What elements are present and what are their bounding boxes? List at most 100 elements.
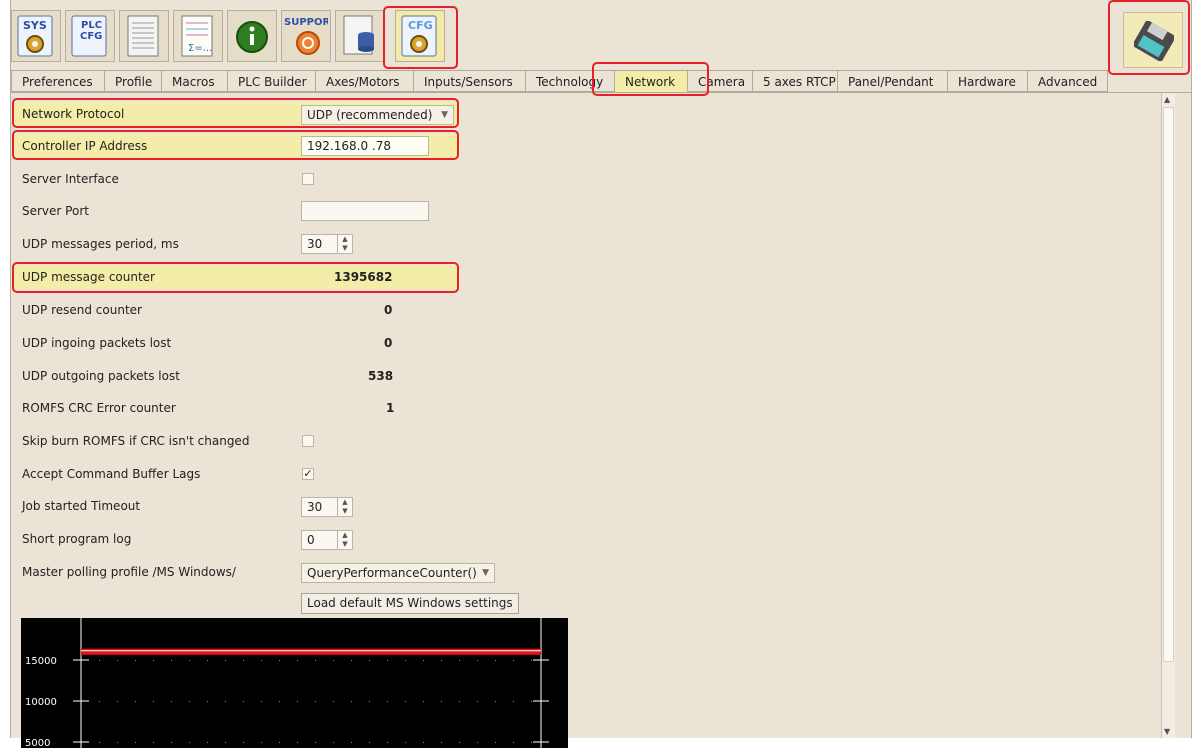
vertical-scrollbar[interactable]: ▲ ▼ xyxy=(1161,93,1175,738)
chart-grid-dot xyxy=(99,660,100,661)
tab-camera[interactable]: Camera xyxy=(688,70,753,92)
chevron-down-icon: ▼ xyxy=(441,110,448,120)
chart-grid-dot xyxy=(297,660,298,661)
chart-grid-dot xyxy=(423,701,424,702)
chart-grid-dot xyxy=(531,660,532,661)
document-button[interactable] xyxy=(119,10,169,62)
network-protocol-label: Network Protocol xyxy=(22,107,125,121)
chart-grid-dot xyxy=(153,660,154,661)
load-defaults-button[interactable]: Load default MS Windows settings xyxy=(301,593,519,614)
accept-lags-checkbox[interactable]: ✓ xyxy=(302,468,314,480)
svg-text:CFG: CFG xyxy=(408,19,433,32)
tab-inputs-sensors[interactable]: Inputs/Sensors xyxy=(414,70,526,92)
chart-grid-dot xyxy=(369,660,370,661)
save-button[interactable] xyxy=(1123,12,1183,68)
chart-grid-dot xyxy=(513,742,514,743)
spin-arrows-icon[interactable]: ▲ ▼ xyxy=(337,235,352,253)
row-server-interface: Server Interface xyxy=(14,167,460,191)
row-udp-resend: UDP resend counter xyxy=(14,298,460,322)
server-interface-checkbox[interactable] xyxy=(302,173,314,185)
chart-grid-dot xyxy=(495,742,496,743)
short-log-value: 0 xyxy=(307,533,315,547)
skip-burn-checkbox[interactable] xyxy=(302,435,314,447)
chart-grid-dot xyxy=(459,660,460,661)
chart-grid-dot xyxy=(351,742,352,743)
chart-grid-dot xyxy=(117,742,118,743)
sys-button[interactable]: SYS xyxy=(11,10,61,62)
tab-network[interactable]: Network xyxy=(615,70,688,92)
sys-gear-icon: SYS xyxy=(17,15,53,57)
chart-grid-dot xyxy=(387,742,388,743)
tab-advanced[interactable]: Advanced xyxy=(1028,70,1108,92)
tab-panel-pendant[interactable]: Panel/Pendant xyxy=(838,70,948,92)
tab-macros[interactable]: Macros xyxy=(162,70,228,92)
formula-button[interactable]: Σ=... xyxy=(173,10,223,62)
controller-ip-input[interactable]: 192.168.0 .78 xyxy=(301,136,429,156)
chart-grid-dot xyxy=(171,660,172,661)
chart-grid-dot xyxy=(99,742,100,743)
chart-grid-dot xyxy=(135,701,136,702)
udp-period-value: 30 xyxy=(307,237,323,251)
chart-grid-dot xyxy=(171,742,172,743)
chart-grid-dot xyxy=(135,742,136,743)
row-accept-lags: Accept Command Buffer Lags xyxy=(14,462,460,486)
job-timeout-spinbox[interactable]: 30 ▲ ▼ xyxy=(301,497,353,517)
chevron-down-icon[interactable]: ▼ xyxy=(482,564,489,582)
chart-grid-dot xyxy=(225,660,226,661)
chart-grid-dot xyxy=(351,660,352,661)
plc-cfg-button[interactable]: PLC CFG xyxy=(65,10,115,62)
scroll-up-icon[interactable]: ▲ xyxy=(1164,95,1170,104)
chart-series-line xyxy=(81,648,541,655)
chart-grid-dot xyxy=(333,660,334,661)
tab-technology[interactable]: Technology xyxy=(526,70,615,92)
chart-grid-dot xyxy=(261,660,262,661)
spin-arrows-icon[interactable]: ▲ ▼ xyxy=(337,498,352,516)
chart-grid-dot xyxy=(405,742,406,743)
chart-grid-dot xyxy=(333,701,334,702)
database-button[interactable] xyxy=(335,10,385,62)
tab-profile[interactable]: Profile xyxy=(105,70,162,92)
chart-grid-dot xyxy=(99,701,100,702)
scroll-down-icon[interactable]: ▼ xyxy=(1164,727,1170,736)
row-udp-period: UDP messages period, ms xyxy=(14,232,460,256)
romfs-crc-value: 1 xyxy=(386,401,395,415)
controller-ip-label: Controller IP Address xyxy=(22,139,148,153)
tab-axes-motors[interactable]: Axes/Motors xyxy=(316,70,414,92)
chart-grid-dot xyxy=(405,660,406,661)
udp-resend-value: 0 xyxy=(384,303,393,317)
chart-grid-dot xyxy=(477,742,478,743)
chart-grid-dot xyxy=(513,701,514,702)
row-udp-counter: UDP message counter xyxy=(14,265,460,289)
chart-grid-dot xyxy=(261,742,262,743)
chart-tick-label: 10000 xyxy=(25,697,57,708)
tab-preferences[interactable]: Preferences xyxy=(11,70,105,92)
chart-grid-dot xyxy=(189,660,190,661)
udp-period-spinbox[interactable]: 30 ▲ ▼ xyxy=(301,234,353,254)
tab-5-axes-rtcp[interactable]: 5 axes RTCP xyxy=(753,70,838,92)
tab-plc-builder[interactable]: PLC Builder xyxy=(228,70,316,92)
short-log-spinbox[interactable]: 0 ▲ ▼ xyxy=(301,530,353,550)
chart-grid-dot xyxy=(531,701,532,702)
chart-grid-dot xyxy=(243,742,244,743)
job-timeout-value: 30 xyxy=(307,500,323,514)
udp-period-label: UDP messages period, ms xyxy=(22,237,179,251)
tab-hardware[interactable]: Hardware xyxy=(948,70,1028,92)
cfg-button[interactable]: CFG xyxy=(395,10,445,62)
chart-grid-dot xyxy=(477,701,478,702)
network-protocol-select[interactable]: UDP (recommended) ▼ xyxy=(301,105,454,125)
spin-arrows-icon[interactable]: ▲ ▼ xyxy=(337,531,352,549)
support-button[interactable]: SUPPORT xyxy=(281,10,331,62)
job-timeout-label: Job started Timeout xyxy=(22,499,141,513)
chart-grid-dot xyxy=(279,742,280,743)
network-settings-panel: Network Protocol UDP (recommended) ▼ Con… xyxy=(11,93,1161,748)
chart-grid-dot xyxy=(351,701,352,702)
scrollbar-thumb[interactable] xyxy=(1163,107,1174,662)
info-button[interactable] xyxy=(227,10,277,62)
master-polling-select[interactable]: QueryPerformanceCounter() ▼ xyxy=(301,563,495,583)
chart-grid-dot xyxy=(441,701,442,702)
chart-grid-dot xyxy=(279,701,280,702)
server-port-input[interactable] xyxy=(301,201,429,221)
chart-grid-dot xyxy=(495,660,496,661)
database-icon xyxy=(343,15,374,55)
chart-grid-dot xyxy=(243,660,244,661)
